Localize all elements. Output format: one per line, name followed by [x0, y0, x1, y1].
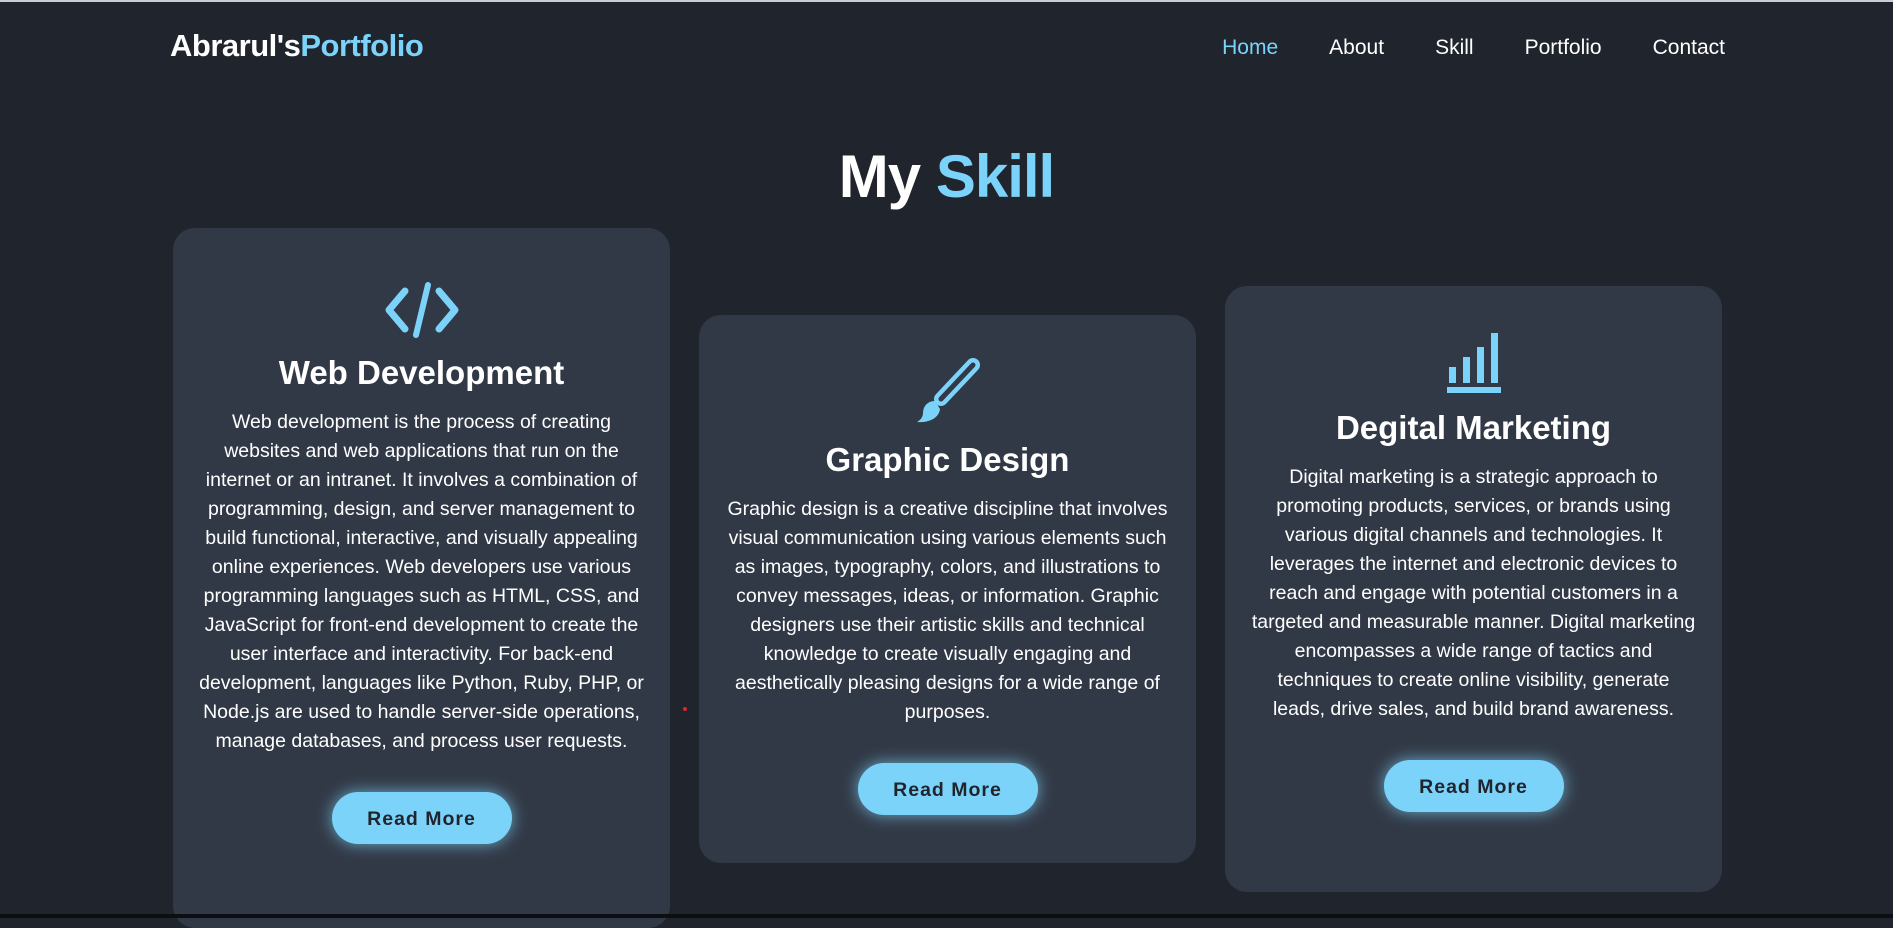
nav-home-link[interactable]: Home	[1222, 36, 1278, 60]
main-nav: Home About Skill Portfolio Contact	[1222, 36, 1725, 60]
card-title: Graphic Design	[825, 441, 1070, 478]
section-title-main: My	[838, 142, 921, 210]
skill-card-web-development: Web Development Web development is the p…	[173, 228, 670, 928]
card-title: Web Development	[278, 354, 565, 391]
card-description: Digital marketing is a strategic approac…	[1251, 466, 1696, 720]
logo-accent: Portfolio	[300, 28, 424, 63]
skill-card-digital-marketing: Degital Marketing Digital marketing is a…	[1225, 286, 1722, 892]
card-button-wrap: Read More	[723, 763, 1172, 815]
section-title: My Skill	[0, 142, 1893, 211]
card-title: Degital Marketing	[1335, 409, 1612, 446]
cursor-dot	[683, 707, 687, 711]
card-button-wrap: Read More	[1249, 760, 1698, 812]
window-bottom-border	[0, 914, 1893, 918]
nav-about-link[interactable]: About	[1329, 36, 1384, 60]
section-title-accent: Skill	[935, 142, 1055, 210]
nav-contact-link[interactable]: Contact	[1653, 36, 1725, 60]
logo[interactable]: Abrarul'sPortfolio	[170, 28, 424, 64]
read-more-button[interactable]: Read More	[1383, 760, 1564, 812]
nav-portfolio-link[interactable]: Portfolio	[1525, 36, 1602, 60]
code-icon	[385, 282, 458, 338]
nav-skill-link[interactable]: Skill	[1435, 36, 1474, 60]
read-more-button[interactable]: Read More	[331, 792, 512, 844]
logo-main: Abrarul's	[170, 28, 301, 63]
card-description: Graphic design is a creative discipline …	[727, 498, 1168, 723]
skill-card-graphic-design: Graphic Design Graphic design is a creat…	[699, 315, 1196, 863]
bar-chart-icon	[1446, 333, 1501, 393]
read-more-button[interactable]: Read More	[857, 763, 1038, 815]
paintbrush-icon	[916, 358, 980, 423]
card-button-wrap: Read More	[197, 792, 646, 844]
card-description: Web development is the process of creati…	[199, 411, 644, 752]
window-top-border	[0, 0, 1893, 2]
